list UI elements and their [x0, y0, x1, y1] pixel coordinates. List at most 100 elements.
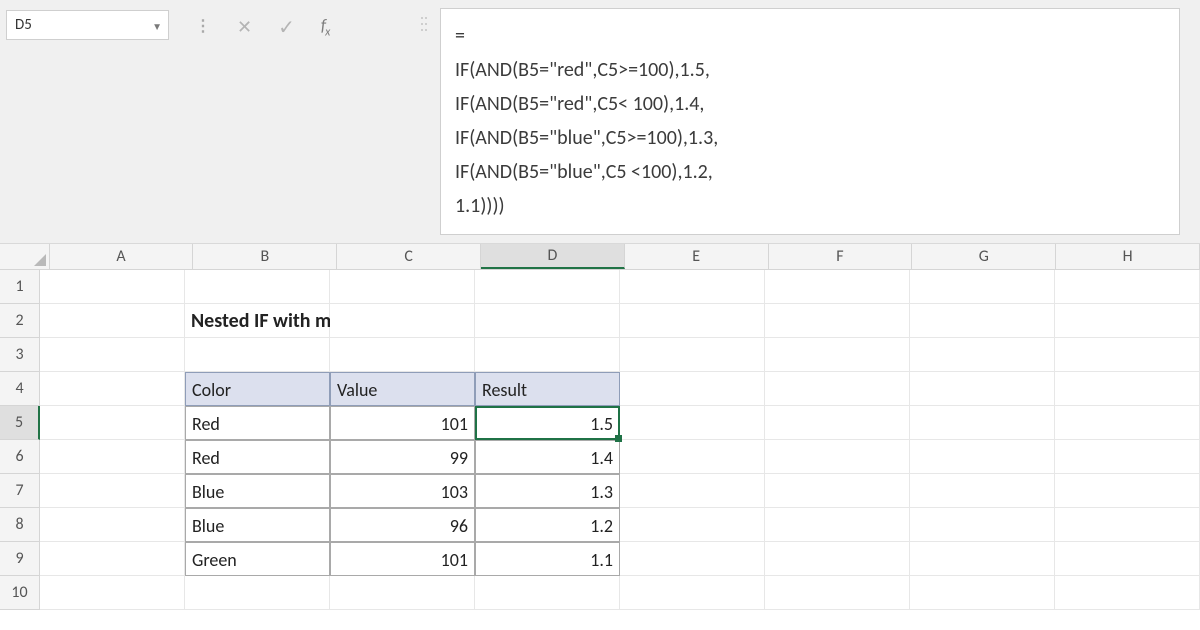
formula-editor[interactable]: = IF(AND(B5="red",C5>=100),1.5, IF(AND(B… — [440, 8, 1180, 235]
table-cell-value[interactable]: 103 — [330, 474, 475, 508]
table-header-result[interactable]: Result — [475, 372, 620, 406]
table-cell-color[interactable]: Blue — [185, 508, 330, 542]
table-cell-result[interactable]: 1.4 — [475, 440, 620, 474]
cell[interactable] — [910, 508, 1055, 542]
cell[interactable] — [1055, 372, 1200, 406]
cell[interactable] — [475, 338, 620, 372]
table-cell-value[interactable]: 99 — [330, 440, 475, 474]
cell[interactable] — [910, 304, 1055, 338]
fx-icon[interactable]: fx — [321, 15, 329, 39]
cell[interactable] — [1055, 338, 1200, 372]
cell[interactable] — [40, 440, 185, 474]
table-cell-value[interactable]: 101 — [330, 406, 475, 440]
table-cell-result[interactable]: 1.5 — [475, 406, 620, 440]
cell[interactable] — [40, 508, 185, 542]
cell[interactable] — [1055, 406, 1200, 440]
cell[interactable] — [765, 508, 910, 542]
table-cell-result[interactable]: 1.3 — [475, 474, 620, 508]
table-cell-result[interactable]: 1.2 — [475, 508, 620, 542]
cell[interactable] — [40, 372, 185, 406]
cell[interactable] — [910, 406, 1055, 440]
cell[interactable] — [40, 338, 185, 372]
cell[interactable] — [620, 270, 765, 304]
table-header-value[interactable]: Value — [330, 372, 475, 406]
cell[interactable] — [185, 576, 330, 610]
cell[interactable] — [1055, 508, 1200, 542]
row-header-2[interactable]: 2 — [0, 304, 40, 338]
cell[interactable] — [765, 440, 910, 474]
cell[interactable] — [910, 440, 1055, 474]
move-handle-icon[interactable]: ⋮ — [195, 19, 211, 35]
cell[interactable] — [620, 474, 765, 508]
cell[interactable] — [910, 372, 1055, 406]
cell[interactable] — [765, 576, 910, 610]
cell[interactable] — [475, 270, 620, 304]
column-header-e[interactable]: E — [625, 244, 769, 269]
cell[interactable] — [910, 474, 1055, 508]
cell[interactable] — [330, 338, 475, 372]
cell[interactable] — [765, 338, 910, 372]
cell[interactable] — [620, 406, 765, 440]
table-cell-color[interactable]: Red — [185, 406, 330, 440]
cell[interactable] — [1055, 440, 1200, 474]
row-header-1[interactable]: 1 — [0, 270, 40, 304]
row-header-10[interactable]: 10 — [0, 576, 40, 610]
cell[interactable] — [1055, 304, 1200, 338]
cell[interactable] — [1055, 576, 1200, 610]
table-header-color[interactable]: Color — [185, 372, 330, 406]
cell[interactable] — [765, 542, 910, 576]
cell[interactable] — [40, 406, 185, 440]
table-cell-color[interactable]: Blue — [185, 474, 330, 508]
cell[interactable] — [765, 270, 910, 304]
cancel-icon[interactable]: ✕ — [237, 16, 252, 38]
column-header-c[interactable]: C — [337, 244, 481, 269]
row-header-5[interactable]: 5 — [0, 406, 40, 440]
column-header-b[interactable]: B — [193, 244, 337, 269]
table-cell-color[interactable]: Green — [185, 542, 330, 576]
cell[interactable] — [910, 270, 1055, 304]
row-header-6[interactable]: 6 — [0, 440, 40, 474]
cell[interactable] — [185, 270, 330, 304]
row-header-4[interactable]: 4 — [0, 372, 40, 406]
cell[interactable] — [1055, 474, 1200, 508]
cell[interactable] — [620, 576, 765, 610]
cell[interactable] — [765, 372, 910, 406]
dropdown-icon[interactable]: ▼ — [152, 20, 162, 33]
row-header-7[interactable]: 7 — [0, 474, 40, 508]
row-header-8[interactable]: 8 — [0, 508, 40, 542]
cell[interactable] — [910, 576, 1055, 610]
column-header-g[interactable]: G — [912, 244, 1056, 269]
formula-bar-resize-handle[interactable] — [420, 12, 428, 38]
cell[interactable] — [620, 304, 765, 338]
page-title[interactable]: Nested IF with multiple AND — [185, 304, 330, 338]
row-header-3[interactable]: 3 — [0, 338, 40, 372]
cell[interactable] — [330, 576, 475, 610]
cell[interactable] — [40, 474, 185, 508]
table-cell-color[interactable]: Red — [185, 440, 330, 474]
cell[interactable] — [1055, 542, 1200, 576]
cell[interactable] — [40, 542, 185, 576]
cell[interactable] — [910, 338, 1055, 372]
cell[interactable] — [910, 542, 1055, 576]
cell[interactable] — [330, 270, 475, 304]
enter-icon[interactable]: ✓ — [278, 15, 295, 40]
column-header-f[interactable]: F — [769, 244, 913, 269]
cell[interactable] — [620, 508, 765, 542]
cell[interactable] — [475, 304, 620, 338]
table-cell-value[interactable]: 101 — [330, 542, 475, 576]
row-header-9[interactable]: 9 — [0, 542, 40, 576]
cell[interactable] — [185, 338, 330, 372]
cell[interactable] — [620, 372, 765, 406]
cell[interactable] — [40, 576, 185, 610]
cell[interactable] — [765, 406, 910, 440]
cell[interactable] — [40, 270, 185, 304]
cell[interactable] — [620, 338, 765, 372]
select-all-button[interactable] — [0, 244, 50, 269]
column-header-h[interactable]: H — [1056, 244, 1200, 269]
column-header-a[interactable]: A — [50, 244, 194, 269]
cell[interactable] — [620, 542, 765, 576]
cell[interactable] — [1055, 270, 1200, 304]
cell[interactable] — [330, 304, 475, 338]
cell[interactable] — [765, 474, 910, 508]
cell[interactable] — [620, 440, 765, 474]
